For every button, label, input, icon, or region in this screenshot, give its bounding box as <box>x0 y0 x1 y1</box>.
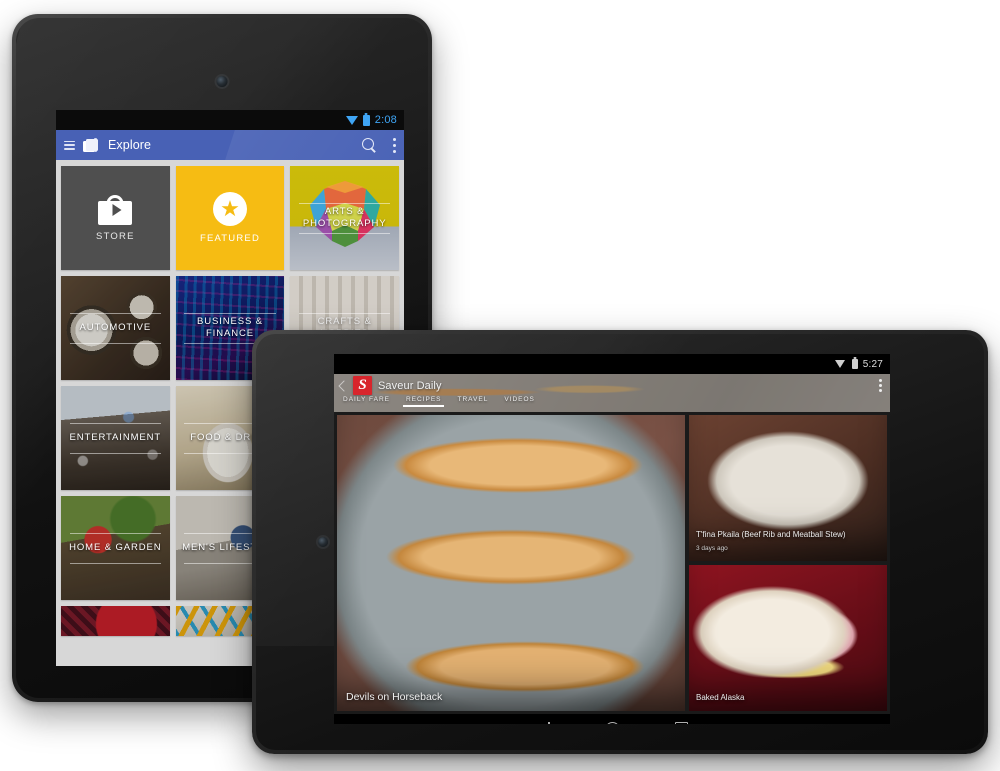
home-icon[interactable] <box>605 721 620 724</box>
article-caption: Baked Alaska <box>696 693 879 704</box>
tile-home-garden[interactable]: HOME & GARDEN <box>61 496 170 600</box>
action-bar-explore: Explore <box>56 130 404 160</box>
play-store-bag-icon <box>98 194 133 225</box>
tile-arts-photography[interactable]: ARTS & PHOTOGRAPHY <box>290 166 399 270</box>
tile-label: STORE <box>96 230 135 242</box>
tablet-front-screen: 5:27 S Saveur Daily DAILY FARE RECIPES T… <box>334 354 890 724</box>
article-card-baked-alaska[interactable]: Baked Alaska <box>689 565 887 711</box>
article-main-devils-on-horseback[interactable]: Devils on Horseback <box>337 415 685 711</box>
app-bar-saveur: S Saveur Daily DAILY FARE RECIPES TRAVEL… <box>334 374 890 412</box>
newsstand-icon <box>83 137 100 153</box>
tile-label: ARTS & PHOTOGRAPHY <box>302 206 387 229</box>
article-caption: Devils on Horseback <box>346 691 443 703</box>
page-title: Explore <box>108 138 152 152</box>
front-camera-icon <box>216 76 228 87</box>
tile-label: AUTOMOTIVE <box>79 322 152 334</box>
hamburger-menu-icon[interactable] <box>64 140 75 150</box>
article-grid: Devils on Horseback T'fina Pkaila (Beef … <box>334 412 890 714</box>
image-vignette <box>337 415 685 711</box>
overflow-menu-icon[interactable] <box>879 379 882 392</box>
tile-entertainment[interactable]: ENTERTAINMENT <box>61 386 170 490</box>
status-time: 2:08 <box>374 114 397 126</box>
article-timestamp: 3 days ago <box>696 545 728 553</box>
front-camera-icon <box>318 537 328 547</box>
article-caption: T'fina Pkaila (Beef Rib and Meatball Ste… <box>696 530 879 554</box>
wifi-icon <box>834 359 847 369</box>
tile-label: FEATURED <box>199 233 261 244</box>
tab-videos[interactable]: VIDEOS <box>501 394 548 403</box>
tile-featured[interactable]: ★ FEATURED <box>175 166 285 270</box>
tablet-device-front: 5:27 S Saveur Daily DAILY FARE RECIPES T… <box>252 330 988 754</box>
back-arrow-icon[interactable] <box>338 379 350 392</box>
tab-recipes[interactable]: RECIPES <box>402 394 455 407</box>
scene-root: 2:08 Explore STORE ★ FEATURED ARTS & PHO… <box>0 0 1000 771</box>
battery-icon <box>851 359 858 369</box>
tile-image <box>61 606 170 636</box>
status-time: 5:27 <box>862 358 883 370</box>
tile-label: ENTERTAINMENT <box>69 432 162 444</box>
tab-travel[interactable]: TRAVEL <box>455 394 502 403</box>
tile-automotive[interactable]: AUTOMOTIVE <box>61 276 170 380</box>
article-title: T'fina Pkaila (Beef Rib and Meatball Ste… <box>696 530 846 540</box>
tile-partial-1[interactable] <box>61 606 170 636</box>
star-icon: ★ <box>212 192 247 226</box>
app-bar-top-row: S Saveur Daily <box>334 374 890 395</box>
app-title: Saveur Daily <box>378 379 442 392</box>
search-icon[interactable] <box>362 137 377 153</box>
status-bar-front: 5:27 <box>334 354 890 374</box>
article-card-tfina-pkaila[interactable]: T'fina Pkaila (Beef Rib and Meatball Ste… <box>689 415 887 561</box>
back-icon[interactable] <box>536 721 550 724</box>
tile-label: HOME & GARDEN <box>69 542 162 554</box>
tab-daily-fare[interactable]: DAILY FARE <box>340 394 403 403</box>
battery-icon <box>362 114 370 126</box>
tab-bar: DAILY FARE RECIPES TRAVEL VIDEOS <box>334 394 890 411</box>
logo-letter: S <box>358 377 367 393</box>
nav-bar-front <box>334 714 890 724</box>
article-side-column: T'fina Pkaila (Beef Rib and Meatball Ste… <box>689 415 887 711</box>
tile-store[interactable]: STORE <box>61 166 170 270</box>
article-title: Baked Alaska <box>696 693 745 703</box>
saveur-logo-icon: S <box>353 376 372 395</box>
image-vignette <box>689 565 887 711</box>
recents-icon[interactable] <box>675 721 688 724</box>
wifi-icon <box>345 115 358 125</box>
status-bar-back: 2:08 <box>56 110 404 130</box>
overflow-menu-icon[interactable] <box>393 137 396 153</box>
